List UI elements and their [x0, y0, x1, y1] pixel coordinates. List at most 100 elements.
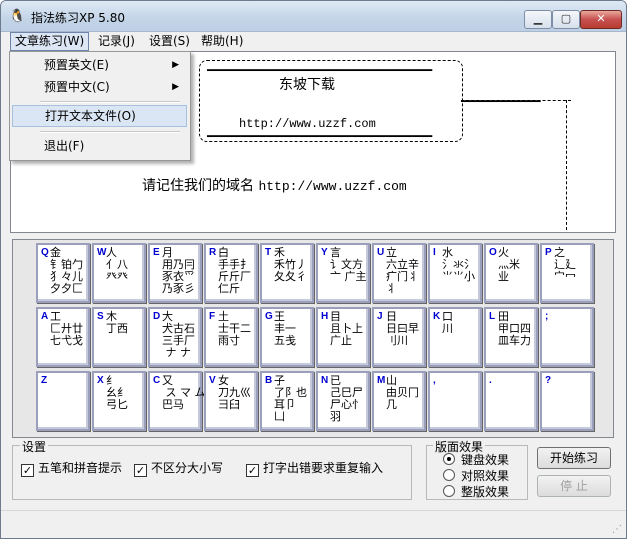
- key-roots: 木 丁西: [106, 310, 128, 335]
- radio-dot[interactable]: [443, 485, 455, 497]
- menu-item-preset-english[interactable]: 预置英文(E) ▶: [12, 54, 187, 76]
- banner-connector-rule: ━━━━━━━━━━━━: [461, 95, 541, 108]
- key-roots: 金 钅铂勹 犭々儿 夕夕匚: [50, 246, 83, 295]
- menu-help[interactable]: 帮助(H): [197, 33, 247, 50]
- minimize-button[interactable]: ▁: [524, 10, 552, 29]
- key-roots: 大 犬古石 三手厂 ナ ナ: [162, 310, 195, 359]
- menu-separator: [40, 101, 180, 103]
- title-bar[interactable]: 🐧 指法练习XP 5.80 ▁ ▢ ✕: [1, 1, 626, 32]
- key-punct: ,: [428, 371, 482, 431]
- menu-item-exit[interactable]: 退出(F): [12, 135, 187, 157]
- checkbox-repeat-on-error[interactable]: ✓ 打字出错要求重复输入: [246, 459, 383, 477]
- key-roots: 火 灬米 业: [498, 246, 520, 283]
- key-w: W人 亻八 癶癶: [92, 243, 146, 303]
- key-p: P之 辶廴 宀冖: [540, 243, 594, 303]
- key-v: V女 刀九巛 彐臼: [204, 371, 258, 431]
- status-bar: ⋰: [1, 510, 626, 538]
- key-roots: 工 匚廾廿 七弋戈: [50, 310, 83, 347]
- close-button[interactable]: ✕: [580, 10, 622, 29]
- key-roots: 白 手手扌 斤斤厂 仁斤: [218, 246, 251, 295]
- key-q: Q金 钅铂勹 犭々儿 夕夕匚: [36, 243, 90, 303]
- start-practice-button[interactable]: 开始练习: [537, 447, 611, 469]
- key-s: S木 丁西: [92, 307, 146, 367]
- menu-article-practice[interactable]: 文章练习(W): [10, 32, 90, 51]
- menu-item-preset-chinese[interactable]: 预置中文(C) ▶: [12, 76, 187, 98]
- submenu-arrow-icon: ▶: [172, 82, 179, 92]
- key-n: N已 己巳尸 尸心忄 羽: [316, 371, 370, 431]
- key-m: M山 由贝冂 几: [372, 371, 426, 431]
- key-i: I水 氵氺氵 ⺌⺌小: [428, 243, 482, 303]
- key-r: R白 手手扌 斤斤厂 仁斤: [204, 243, 258, 303]
- key-letter: Z: [41, 375, 48, 386]
- banner-bottom-rule: ━━━━━━━━━━━━━━━━━━━━━━━━━━━━━━━━━━: [207, 130, 433, 143]
- key-roots: 口 川: [442, 310, 453, 335]
- settings-group-label: 设置: [20, 438, 49, 455]
- prompt-url: http://www.uzzf.com: [258, 179, 407, 194]
- key-roots: 日 日曰早 刂川: [386, 310, 419, 347]
- checkbox-label: 五笔和拼音提示: [38, 461, 123, 475]
- radio-full-page-effect[interactable]: 整版效果: [443, 483, 509, 500]
- menu-bar: 文章练习(W) 记录(J) 设置(S) 帮助(H): [1, 32, 626, 51]
- menu-settings[interactable]: 设置(S): [145, 33, 194, 50]
- checkbox-case-insensitive[interactable]: ✓ 不区分大小写: [134, 459, 223, 477]
- menu-item-label: 预置中文(C): [44, 80, 110, 94]
- key-u: U立 六立辛 疒门丬 丬: [372, 243, 426, 303]
- menu-item-label: 预置英文(E): [44, 58, 109, 72]
- key-roots: 禾 禾竹丿 夂夂彳: [274, 246, 307, 283]
- key-l: L田 甲口四 皿车力: [484, 307, 538, 367]
- key-a: A工 匚廾廿 七弋戈: [36, 307, 90, 367]
- site-url-text: http://www.uzzf.com: [239, 117, 376, 131]
- key-x: X纟 幺纟 弓匕: [92, 371, 146, 431]
- key-z: Z: [36, 371, 90, 431]
- key-roots: 女 刀九巛 彐臼: [218, 374, 251, 411]
- checkbox-box[interactable]: ✓: [21, 464, 34, 477]
- key-roots: 山 由贝冂 几: [386, 374, 419, 411]
- article-practice-dropdown: 预置英文(E) ▶ 预置中文(C) ▶ 打开文本文件(O) 退出(F): [9, 51, 191, 161]
- radio-dot[interactable]: [443, 453, 455, 465]
- key-e: E月 用乃冃 豕衣爫 乃豕彡: [148, 243, 202, 303]
- key-roots: 目 且卜上 广止: [330, 310, 363, 347]
- key-c: C又 ス マ ム 巴马: [148, 371, 206, 431]
- site-name-text: 东坡下载: [279, 77, 335, 93]
- key-letter: ,: [433, 375, 436, 386]
- submenu-arrow-icon: ▶: [172, 60, 179, 70]
- key-roots: 田 甲口四 皿车力: [498, 310, 531, 347]
- key-k: K口 川: [428, 307, 482, 367]
- prompt-line: 请记住我们的域名 http://www.uzzf.com: [142, 175, 407, 195]
- banner-side-line: [566, 100, 567, 230]
- prompt-text: 请记住我们的域名: [142, 178, 254, 194]
- key-b: B子 了阝也 耳卩 凵: [260, 371, 314, 431]
- key-roots: 纟 幺纟 弓匕: [106, 374, 128, 411]
- key-roots: 水 氵氺氵 ⺌⺌小: [442, 246, 475, 283]
- key-roots: 言 讠文方 亠 广主: [330, 246, 367, 283]
- app-icon[interactable]: 🐧: [9, 9, 25, 25]
- key-roots: 又 ス マ ム 巴马: [162, 374, 206, 411]
- key-y: Y言 讠文方 亠 广主: [316, 243, 370, 303]
- resize-grip-icon[interactable]: ⋰: [612, 524, 622, 535]
- radio-dot[interactable]: [443, 469, 455, 481]
- key-roots: 之 辶廴 宀冖: [554, 246, 576, 283]
- stop-button[interactable]: 停 止: [537, 475, 611, 497]
- key-h: H目 且卜上 广止: [316, 307, 370, 367]
- menu-item-open-text-file[interactable]: 打开文本文件(O): [12, 105, 187, 127]
- checkbox-wubi-pinyin-hint[interactable]: ✓ 五笔和拼音提示: [21, 459, 122, 477]
- key-punct: ?: [540, 371, 594, 431]
- key-roots: 人 亻八 癶癶: [106, 246, 128, 283]
- key-roots: 子 了阝也 耳卩 凵: [274, 374, 307, 423]
- checkbox-box[interactable]: ✓: [246, 464, 259, 477]
- menu-records[interactable]: 记录(J): [94, 33, 139, 50]
- radio-keyboard-effect[interactable]: 键盘效果: [443, 451, 509, 468]
- key-t: T禾 禾竹丿 夂夂彳: [260, 243, 314, 303]
- wubi-keyboard: Q金 钅铂勹 犭々儿 夕夕匚 W 人 亻八 癶癶 E 月 用乃冃 豕衣爫 乃豕彡 R 白 手…: [12, 239, 614, 438]
- radio-label: 对照效果: [461, 469, 510, 483]
- radio-compare-effect[interactable]: 对照效果: [443, 467, 509, 484]
- maximize-button[interactable]: ▢: [552, 10, 580, 29]
- key-punct: ;: [540, 307, 594, 367]
- key-j: J日 日曰早 刂川: [372, 307, 426, 367]
- checkbox-label: 打字出错要求重复输入: [263, 461, 384, 475]
- checkbox-box[interactable]: ✓: [134, 464, 147, 477]
- key-o: O火 灬米 业: [484, 243, 538, 303]
- menu-item-label: 退出(F): [44, 139, 85, 153]
- radio-label: 整版效果: [461, 485, 510, 499]
- app-window: 🐧 指法练习XP 5.80 ▁ ▢ ✕ 文章练习(W) 记录(J) 设置(S) …: [0, 0, 627, 539]
